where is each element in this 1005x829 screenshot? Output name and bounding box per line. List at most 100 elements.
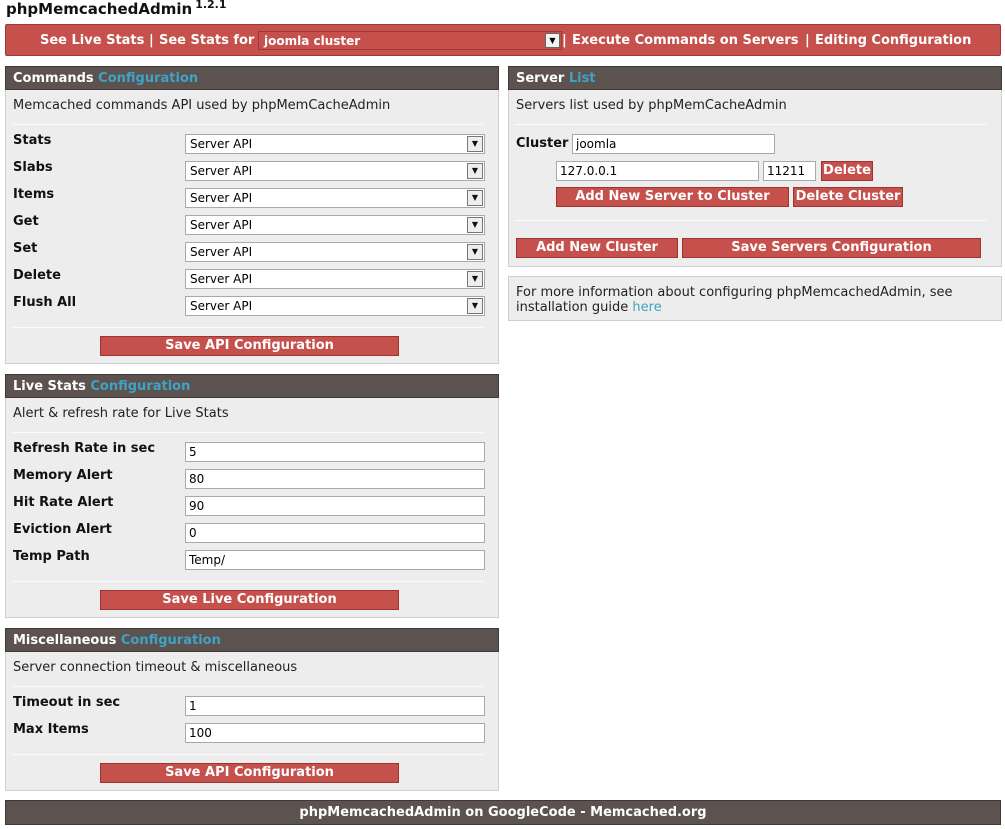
- get-label: Get: [13, 214, 39, 229]
- save-misc-configuration-button[interactable]: Save API Configuration: [100, 763, 399, 783]
- divider: [12, 432, 484, 433]
- info-text-block: For more information about configuring p…: [516, 285, 986, 315]
- panel-title: Commands: [13, 71, 94, 86]
- temp-path-label: Temp Path: [13, 549, 90, 564]
- nav-live-stats-link[interactable]: See Live Stats: [40, 33, 144, 48]
- select-value: Server API: [190, 245, 253, 259]
- max-items-input[interactable]: [185, 723, 485, 743]
- stats-label: Stats: [13, 133, 52, 148]
- nav-execute-commands-link[interactable]: Execute Commands on Servers: [572, 33, 799, 48]
- refresh-rate-label: Refresh Rate in sec: [13, 441, 156, 456]
- delete-server-button[interactable]: Delete: [821, 161, 873, 181]
- cluster-select[interactable]: joomla cluster ▼: [258, 31, 562, 50]
- panel-description: Memcached commands API used by phpMemCac…: [13, 98, 391, 113]
- panel-header: Live Stats Configuration: [5, 374, 499, 398]
- nav-separator: |: [805, 33, 810, 48]
- hit-rate-alert-label: Hit Rate Alert: [13, 495, 114, 510]
- memory-alert-input[interactable]: [185, 469, 485, 489]
- panel-description: Server connection timeout & miscellaneou…: [13, 660, 298, 675]
- items-label: Items: [13, 187, 55, 202]
- save-api-configuration-button[interactable]: Save API Configuration: [100, 336, 399, 356]
- flush-all-api-select[interactable]: Server API ▼: [185, 296, 485, 316]
- delete-label: Delete: [13, 268, 61, 283]
- footer[interactable]: phpMemcachedAdmin on GoogleCode - Memcac…: [5, 800, 1001, 825]
- panel-description: Servers list used by phpMemCacheAdmin: [516, 98, 787, 113]
- stats-api-select[interactable]: Server API ▼: [185, 134, 485, 154]
- divider: [12, 581, 484, 582]
- chevron-down-icon: ▼: [467, 244, 483, 260]
- cluster-name-input[interactable]: [572, 134, 775, 154]
- timeout-label: Timeout in sec: [13, 695, 121, 710]
- info-text: For more information about configuring p…: [516, 285, 953, 315]
- server-host-input[interactable]: [556, 161, 759, 181]
- cluster-select-value: joomla cluster: [264, 34, 361, 48]
- save-live-configuration-button[interactable]: Save Live Configuration: [100, 590, 399, 610]
- nav-separator: |: [562, 33, 567, 48]
- panel-title: Live Stats: [13, 379, 86, 394]
- select-value: Server API: [190, 218, 253, 232]
- select-value: Server API: [190, 299, 253, 313]
- panel-title: Miscellaneous: [13, 633, 117, 648]
- divider: [12, 754, 484, 755]
- items-api-select[interactable]: Server API ▼: [185, 188, 485, 208]
- temp-path-input[interactable]: [185, 550, 485, 570]
- panel-title-accent: Configuration: [90, 379, 191, 394]
- timeout-input[interactable]: [185, 696, 485, 716]
- divider: [515, 124, 987, 125]
- panel-header: Commands Configuration: [5, 66, 499, 90]
- divider: [12, 327, 484, 328]
- server-list-panel: Server List Servers list used by phpMemC…: [508, 66, 1002, 267]
- divider: [12, 686, 484, 687]
- flush-all-label: Flush All: [13, 295, 77, 310]
- add-server-button[interactable]: Add New Server to Cluster: [556, 187, 789, 207]
- nav-stats-for-link[interactable]: See Stats for: [159, 33, 254, 48]
- select-value: Server API: [190, 272, 253, 286]
- set-label: Set: [13, 241, 38, 256]
- chevron-down-icon: ▼: [467, 163, 483, 179]
- chevron-down-icon: ▼: [545, 33, 560, 48]
- eviction-alert-input[interactable]: [185, 523, 485, 543]
- max-items-label: Max Items: [13, 722, 89, 737]
- server-port-input[interactable]: [763, 161, 816, 181]
- app-title: phpMemcachedAdmin 1.2.1: [6, 0, 227, 18]
- installation-guide-link[interactable]: here: [632, 300, 661, 315]
- nav-separator: |: [149, 33, 154, 48]
- eviction-alert-label: Eviction Alert: [13, 522, 112, 537]
- delete-api-select[interactable]: Server API ▼: [185, 269, 485, 289]
- add-cluster-button[interactable]: Add New Cluster: [516, 238, 678, 258]
- panel-title-accent: Configuration: [120, 633, 221, 648]
- panel-title: Server: [516, 71, 565, 86]
- chevron-down-icon: ▼: [467, 298, 483, 314]
- panel-header: Miscellaneous Configuration: [5, 628, 499, 652]
- panel-description: Alert & refresh rate for Live Stats: [13, 406, 229, 421]
- nav-editing-configuration-link[interactable]: Editing Configuration: [815, 33, 971, 48]
- cluster-label: Cluster: [516, 136, 569, 151]
- memory-alert-label: Memory Alert: [13, 468, 113, 483]
- select-value: Server API: [190, 191, 253, 205]
- live-stats-configuration-panel: Live Stats Configuration Alert & refresh…: [5, 374, 499, 618]
- hit-rate-alert-input[interactable]: [185, 496, 485, 516]
- select-value: Server API: [190, 164, 253, 178]
- miscellaneous-configuration-panel: Miscellaneous Configuration Server conne…: [5, 628, 499, 791]
- slabs-label: Slabs: [13, 160, 53, 175]
- chevron-down-icon: ▼: [467, 217, 483, 233]
- panel-title-accent: List: [568, 71, 596, 86]
- divider: [12, 124, 484, 125]
- panel-title-accent: Configuration: [98, 71, 199, 86]
- divider: [515, 220, 987, 221]
- set-api-select[interactable]: Server API ▼: [185, 242, 485, 262]
- delete-cluster-button[interactable]: Delete Cluster: [793, 187, 903, 207]
- select-value: Server API: [190, 137, 253, 151]
- chevron-down-icon: ▼: [467, 190, 483, 206]
- refresh-rate-input[interactable]: [185, 442, 485, 462]
- app-name: phpMemcachedAdmin: [6, 0, 193, 18]
- chevron-down-icon: ▼: [467, 136, 483, 152]
- save-servers-configuration-button[interactable]: Save Servers Configuration: [682, 238, 981, 258]
- info-panel: For more information about configuring p…: [508, 276, 1002, 321]
- chevron-down-icon: ▼: [467, 271, 483, 287]
- get-api-select[interactable]: Server API ▼: [185, 215, 485, 235]
- app-version: 1.2.1: [195, 0, 227, 11]
- commands-configuration-panel: Commands Configuration Memcached command…: [5, 66, 499, 364]
- slabs-api-select[interactable]: Server API ▼: [185, 161, 485, 181]
- top-nav-bar: See Live Stats | See Stats for joomla cl…: [5, 24, 1001, 56]
